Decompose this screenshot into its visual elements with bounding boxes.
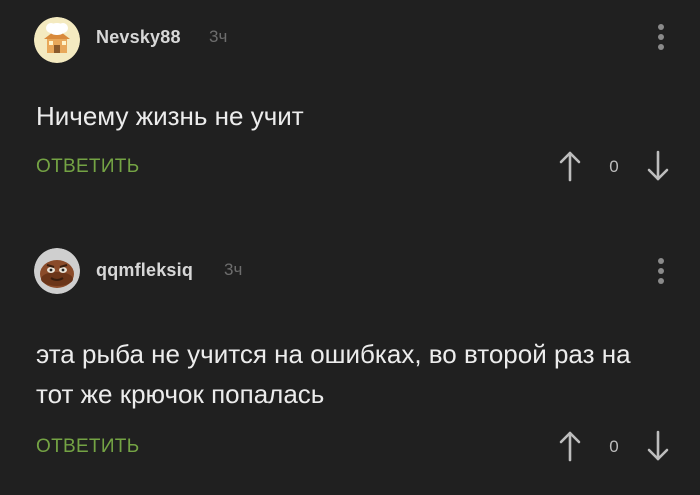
comments-page: Nevsky88 3ч Ничему жизнь не учит ОТВЕТИТ… [0,0,700,495]
username[interactable]: Nevsky88 [96,27,181,48]
rating-value: 0 [609,157,619,176]
timestamp: 3ч [209,27,228,46]
downvote-arrow-icon[interactable] [646,430,670,462]
username[interactable]: qqmfleksiq [96,260,193,281]
upvote-arrow-icon[interactable] [558,430,582,462]
reply-button[interactable]: ОТВЕТИТЬ [36,156,139,178]
cookie-character-avatar-icon [34,248,80,294]
reply-button[interactable]: ОТВЕТИТЬ [36,436,139,458]
chef-house-avatar-icon [34,17,80,63]
avatar[interactable] [34,17,80,63]
comment: qqmfleksiq 3ч эта рыба не учится на ошиб… [0,230,700,495]
more-options-icon[interactable] [658,24,664,54]
comment: Nevsky88 3ч Ничему жизнь не учит ОТВЕТИТ… [0,0,700,215]
comment-text: Ничему жизнь не учит [36,101,304,131]
comment-text: эта рыба не учится на ошибках, во второй… [36,339,631,409]
rating-value: 0 [609,437,619,456]
more-options-icon[interactable] [658,258,664,288]
timestamp: 3ч [224,260,243,279]
upvote-arrow-icon[interactable] [558,150,582,182]
avatar[interactable] [34,248,80,294]
downvote-arrow-icon[interactable] [646,150,670,182]
